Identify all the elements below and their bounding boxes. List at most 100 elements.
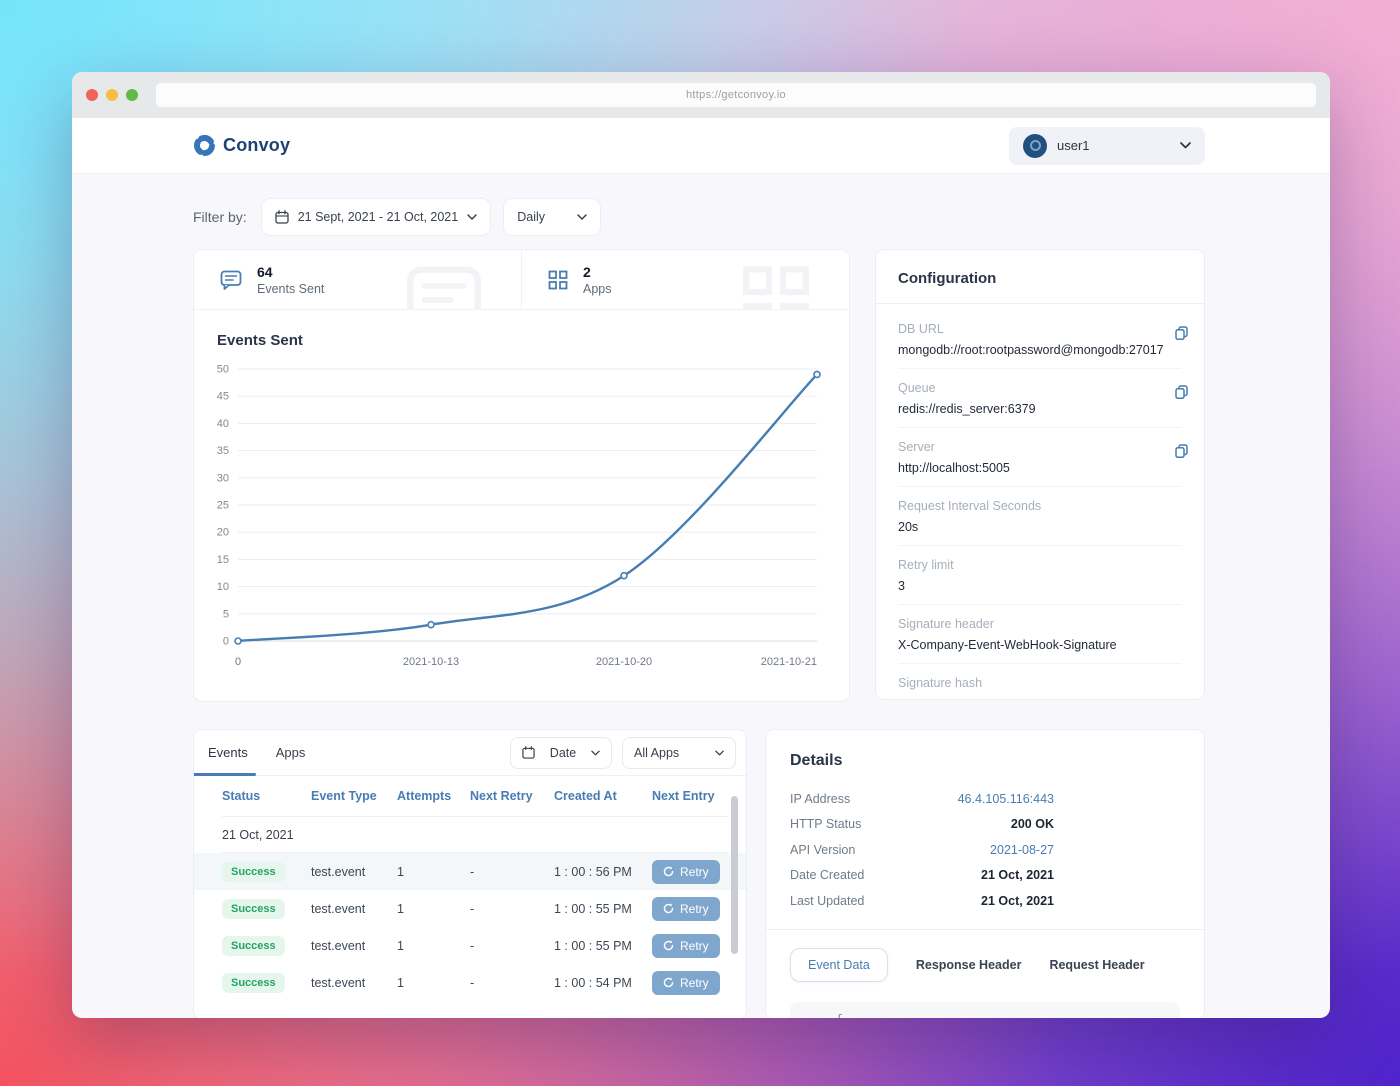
tab-apps-label: Apps <box>275 745 306 760</box>
convoy-logo: Convoy <box>193 134 290 157</box>
detail-label: Last Updated <box>790 893 865 908</box>
chevron-down-icon <box>591 750 600 755</box>
message-icon <box>220 270 242 290</box>
stats-row: 64 Events Sent 2 Apps <box>194 250 849 310</box>
chevron-down-icon <box>715 750 724 755</box>
copy-icon[interactable] <box>1173 442 1190 460</box>
detail-row: Date Created 21 Oct, 2021 <box>790 863 1180 889</box>
event-type-cell: test.event <box>311 975 366 990</box>
config-field-value: SHA256 <box>898 697 1182 699</box>
date-group-label: 21 Oct, 2021 <box>222 827 294 842</box>
retry-button[interactable]: Retry <box>652 896 720 921</box>
brand-name: Convoy <box>223 135 291 155</box>
config-field-value: 3 <box>898 579 905 593</box>
stat-apps-value: 2 <box>583 263 591 280</box>
api-version-value[interactable]: 2021-08-27 <box>990 843 1054 857</box>
app-filter-select[interactable]: All Apps <box>622 736 736 769</box>
table-scrollbar[interactable] <box>731 796 738 954</box>
apps-watermark-icon <box>743 266 809 309</box>
message-watermark-icon <box>407 266 481 309</box>
svg-text:5: 5 <box>223 608 229 620</box>
tab-response-header[interactable]: Response Header <box>916 958 1022 972</box>
table-row[interactable]: Success test.event 1 - 1 : 00 : 55 PM Re… <box>222 890 728 927</box>
retry-button[interactable]: Retry <box>652 933 720 958</box>
close-window-button[interactable] <box>86 89 98 101</box>
svg-text:15: 15 <box>217 554 229 566</box>
config-field-label: Queue <box>898 381 936 395</box>
col-status: Status <box>222 789 261 803</box>
detail-row: IP Address 46.4.105.116:443 <box>790 786 1180 812</box>
events-overview-card: 64 Events Sent 2 Apps Events Sent 0 5 10… <box>193 249 850 702</box>
stat-apps-label: Apps <box>583 281 612 296</box>
svg-text:50: 50 <box>217 364 229 376</box>
config-field-value: redis://redis_server:6379 <box>898 402 1036 416</box>
retry-button[interactable]: Retry <box>652 970 720 995</box>
svg-text:45: 45 <box>217 391 229 403</box>
traffic-lights <box>86 89 138 101</box>
maximize-window-button[interactable] <box>126 89 138 101</box>
divider <box>766 928 1204 930</box>
config-field-label: Signature hash <box>898 676 983 690</box>
col-created-at: Created At <box>554 789 617 803</box>
config-field-queue: Queue redis://redis_server:6379 <box>898 369 1188 428</box>
tab-events[interactable]: Events <box>194 730 262 776</box>
configuration-card: Configuration DB URL mongodb://root:root… <box>875 249 1205 700</box>
table-row[interactable]: Success test.event 1 - 1 : 00 : 55 PM Re… <box>222 927 728 964</box>
col-event-type: Event Type <box>311 789 377 803</box>
details-title: Details <box>790 752 843 769</box>
tab-request-header[interactable]: Request Header <box>1049 958 1144 972</box>
events-sent-chart: 0 5 10 15 20 25 30 35 40 45 50 0 2021-10-13 2021-10-2… <box>217 364 821 668</box>
tab-events-label: Events <box>208 745 248 760</box>
ip-address-value[interactable]: 46.4.105.116:443 <box>958 792 1054 806</box>
detail-label: API Version <box>790 842 856 857</box>
date-range-select[interactable]: 21 Sept, 2021 - 21 Oct, 2021 <box>260 198 492 236</box>
svg-text:2021-10-21: 2021-10-21 <box>761 656 817 668</box>
config-field-label: Server <box>898 440 935 454</box>
config-field-value: 20s <box>898 520 919 534</box>
browser-chrome: https://getconvoy.io <box>72 72 1330 118</box>
detail-row: API Version 2021-08-27 <box>790 837 1180 863</box>
attempts-cell: 1 <box>397 901 404 916</box>
table-row[interactable]: Success test.event 1 - 1 : 00 : 56 PM Re… <box>194 853 746 890</box>
detail-label: HTTP Status <box>790 817 862 832</box>
next-retry-cell: - <box>470 975 475 990</box>
copy-icon[interactable] <box>1173 324 1190 342</box>
retry-button[interactable]: Retry <box>652 859 720 884</box>
config-field-signature-hash: Signature hash SHA256 <box>898 664 1182 699</box>
url-bar[interactable]: https://getconvoy.io <box>156 83 1316 107</box>
apps-icon <box>548 270 568 289</box>
chevron-down-icon <box>1180 142 1191 149</box>
retry-label: Retry <box>680 975 709 990</box>
event-type-cell: test.event <box>311 901 366 916</box>
user-name: user1 <box>1057 138 1090 153</box>
avatar <box>1023 133 1047 158</box>
date-range-value: 21 Sept, 2021 - 21 Oct, 2021 <box>297 210 459 224</box>
app-header: Convoy user1 <box>72 118 1330 174</box>
frequency-select[interactable]: Daily <box>503 198 602 236</box>
minimize-window-button[interactable] <box>106 89 118 101</box>
status-badge: Success <box>222 861 285 882</box>
frequency-value: Daily <box>517 210 546 224</box>
svg-text:20: 20 <box>217 527 229 539</box>
date-filter-select[interactable]: Date <box>510 736 612 769</box>
retry-icon <box>663 866 674 877</box>
attempts-cell: 1 <box>397 938 404 953</box>
tab-event-data[interactable]: Event Data <box>790 947 888 982</box>
config-field-value: mongodb://root:rootpassword@mongodb:2701… <box>898 343 1164 357</box>
svg-text:40: 40 <box>217 418 229 430</box>
events-table-card: Events Apps Date All Apps Status Event T… <box>193 729 747 1018</box>
details-tabs: Event Data Response Header Request Heade… <box>790 947 1180 982</box>
user-menu[interactable]: user1 <box>1009 126 1205 165</box>
chevron-down-icon <box>467 214 477 220</box>
config-field-label: Signature header <box>898 617 994 631</box>
configuration-title: Configuration <box>876 250 1204 304</box>
copy-icon[interactable] <box>1173 383 1190 401</box>
detail-row: HTTP Status 200 OK <box>790 812 1180 838</box>
config-field-signature-header: Signature header X-Company-Event-WebHook… <box>898 605 1182 664</box>
svg-text:35: 35 <box>217 445 229 457</box>
svg-text:0: 0 <box>235 656 241 668</box>
status-badge: Success <box>222 898 285 919</box>
table-row[interactable]: Success test.event 1 - 1 : 00 : 54 PM Re… <box>222 964 728 1001</box>
tab-apps[interactable]: Apps <box>262 730 320 775</box>
detail-label: Date Created <box>790 868 865 883</box>
